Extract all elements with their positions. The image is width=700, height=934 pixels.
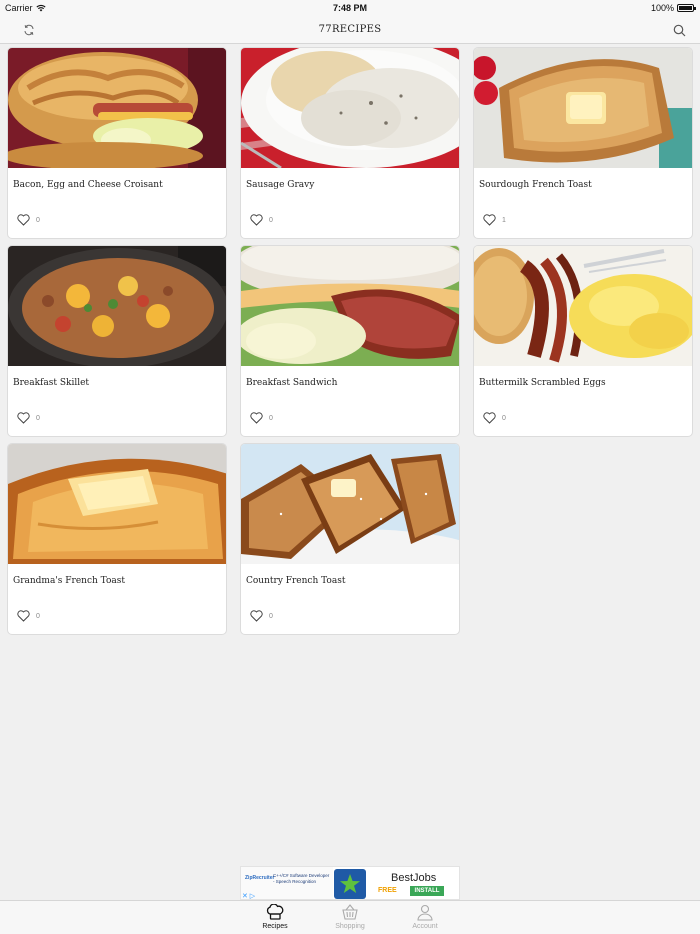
heart-icon [17,610,30,622]
search-button[interactable] [670,21,688,39]
recipe-card[interactable]: Grandma's French Toast 0 [7,443,227,635]
recipe-photo [8,444,226,564]
like-count: 0 [36,216,40,224]
recipe-card[interactable]: Sourdough French Toast 1 [473,47,693,239]
ad-app-icon [334,869,366,899]
recipe-title: Breakfast Sandwich [246,378,338,388]
tab-account[interactable]: Account [390,904,460,930]
recipe-photo [241,48,459,168]
like-button[interactable]: 0 [483,412,506,424]
tab-bar: Recipes Shopping Account [0,900,700,934]
like-count: 0 [269,216,273,224]
recipe-card[interactable]: Breakfast Skillet 0 [7,245,227,437]
page-title: 77RECIPES [318,24,382,35]
recipe-title: Bacon, Egg and Cheese Croisant [13,180,163,190]
heart-icon [250,412,263,424]
recipe-photo [474,48,692,168]
heart-icon [250,214,263,226]
ad-install-button[interactable]: INSTALL [410,886,444,896]
battery-percent: 100% [650,3,674,13]
ad-app-name: BestJobs [391,872,437,884]
search-icon [673,24,685,36]
ad-price: FREE [378,887,397,894]
recipe-photo [241,444,459,564]
person-icon [417,904,433,921]
ad-banner[interactable]: ZipRecruiter C++/C# Software Developer -… [240,866,460,900]
like-button[interactable]: 0 [250,412,273,424]
heart-icon [483,412,496,424]
status-time: 7:48 PM [332,3,367,13]
chef-hat-icon [266,904,284,920]
recipe-card[interactable]: Buttermilk Scrambled Eggs 0 [473,245,693,437]
recipe-photo [241,246,459,366]
recipe-card[interactable]: Country French Toast 0 [240,443,460,635]
ad-logo: ZipRecruiter [245,875,275,881]
recipe-photo [474,246,692,366]
heart-icon [17,412,30,424]
ad-creative: ZipRecruiter C++/C# Software Developer -… [241,867,333,899]
tab-recipes[interactable]: Recipes [240,904,310,930]
like-button[interactable]: 0 [17,610,40,622]
like-count: 0 [36,414,40,422]
battery-icon [677,4,696,12]
like-count: 0 [36,612,40,620]
battery-status: 100% [650,3,696,13]
recipe-card[interactable]: Sausage Gravy 0 [240,47,460,239]
heart-icon [483,214,496,226]
recipe-card[interactable]: Bacon, Egg and Cheese Croisant 0 [7,47,227,239]
ad-choices-icon[interactable]: ✕ ▷ [242,892,255,899]
tab-shopping[interactable]: Shopping [315,904,385,930]
recipe-title: Sausage Gravy [246,180,315,190]
like-count: 0 [269,612,273,620]
tab-label: Shopping [335,923,365,930]
recipe-title: Grandma's French Toast [13,576,125,586]
recipe-title: Country French Toast [246,576,346,586]
like-button[interactable]: 0 [17,214,40,226]
navigation-bar: 77RECIPES [0,16,700,44]
like-button[interactable]: 0 [250,610,273,622]
like-button[interactable]: 0 [250,214,273,226]
recipe-title: Buttermilk Scrambled Eggs [479,378,606,388]
like-button[interactable]: 0 [17,412,40,424]
heart-icon [250,610,263,622]
like-count: 0 [269,414,273,422]
like-count: 1 [502,216,506,224]
recipe-title: Breakfast Skillet [13,378,90,388]
like-count: 0 [502,414,506,422]
basket-icon [342,904,358,920]
ad-text: C++/C# Software Developer - Speech Recog… [273,873,330,884]
recipe-photo [8,246,226,366]
like-button[interactable]: 1 [483,214,506,226]
tab-label: Account [412,923,438,930]
status-bar: Carrier 7:48 PM 100% [0,0,700,16]
heart-icon [17,214,30,226]
recipe-title: Sourdough French Toast [479,180,592,190]
tab-label: Recipes [262,923,288,930]
recipe-card[interactable]: Breakfast Sandwich 0 [240,245,460,437]
recipe-photo [8,48,226,168]
